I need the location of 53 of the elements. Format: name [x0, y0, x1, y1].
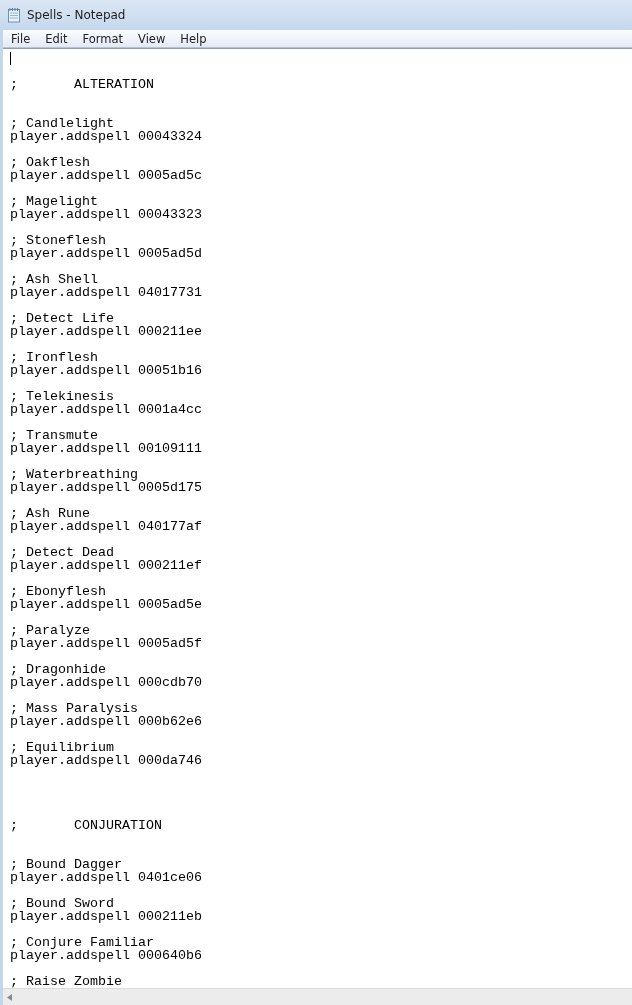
comment-line: ; Ebonyflesh: [10, 585, 106, 598]
comment-line: ; Bound Sword: [10, 897, 114, 910]
notepad-icon: [6, 7, 22, 23]
menu-item[interactable]: Format: [74, 31, 131, 46]
menu-item[interactable]: Edit: [37, 31, 75, 46]
command-line: player.addspell 0005ad5d: [10, 247, 202, 260]
command-line: player.addspell 0401ce06: [10, 871, 202, 884]
command-line: player.addspell 0001a4cc: [10, 403, 202, 416]
text-cursor: [10, 52, 11, 65]
comment-line: ; Stoneflesh: [10, 234, 106, 247]
command-line: player.addspell 040177af: [10, 520, 202, 533]
comment-line: ; Raise Zombie: [10, 975, 122, 988]
command-line: player.addspell 000cdb70: [10, 676, 202, 689]
comment-line: ; Candlelight: [10, 117, 114, 130]
section-heading: ; ALTERATION: [10, 78, 154, 91]
comment-line: ; Detect Dead: [10, 546, 114, 559]
command-line: player.addspell 000da746: [10, 754, 202, 767]
command-line: player.addspell 0005ad5c: [10, 169, 202, 182]
scroll-left-icon[interactable]: [7, 993, 12, 1001]
command-line: player.addspell 04017731: [10, 286, 202, 299]
command-line: player.addspell 00043324: [10, 130, 202, 143]
comment-line: ; Waterbreathing: [10, 468, 138, 481]
menu-item[interactable]: View: [130, 31, 173, 46]
command-line: player.addspell 000211ee: [10, 325, 202, 338]
command-line: player.addspell 00043323: [10, 208, 202, 221]
comment-line: ; Magelight: [10, 195, 98, 208]
command-line: player.addspell 0005ad5e: [10, 598, 202, 611]
command-line: player.addspell 0005d175: [10, 481, 202, 494]
menu-item[interactable]: File: [3, 31, 38, 46]
section-heading: ; CONJURATION: [10, 819, 162, 832]
comment-line: ; Transmute: [10, 429, 98, 442]
command-line: player.addspell 00109111: [10, 442, 202, 455]
command-line: player.addspell 000b62e6: [10, 715, 202, 728]
comment-line: ; Ash Rune: [10, 507, 90, 520]
command-line: player.addspell 00051b16: [10, 364, 202, 377]
comment-line: ; Detect Life: [10, 312, 114, 325]
command-line: player.addspell 0005ad5f: [10, 637, 202, 650]
command-line: player.addspell 000211ef: [10, 559, 202, 572]
comment-line: ; Conjure Familiar: [10, 936, 154, 949]
command-line: player.addspell 000211eb: [10, 910, 202, 923]
comment-line: ; Bound Dagger: [10, 858, 122, 871]
comment-line: ; Ironflesh: [10, 351, 98, 364]
comment-line: ; Equilibrium: [10, 741, 114, 754]
horizontal-scrollbar[interactable]: [3, 988, 632, 1005]
comment-line: ; Oakflesh: [10, 156, 90, 169]
comment-line: ; Dragonhide: [10, 663, 106, 676]
window-title: Spells - Notepad: [27, 8, 126, 22]
comment-line: ; Paralyze: [10, 624, 90, 637]
comment-line: ; Telekinesis: [10, 390, 114, 403]
comment-line: ; Ash Shell: [10, 273, 98, 286]
command-line: player.addspell 000640b6: [10, 949, 202, 962]
comment-line: ; Mass Paralysis: [10, 702, 138, 715]
menu-item[interactable]: Help: [172, 31, 214, 46]
